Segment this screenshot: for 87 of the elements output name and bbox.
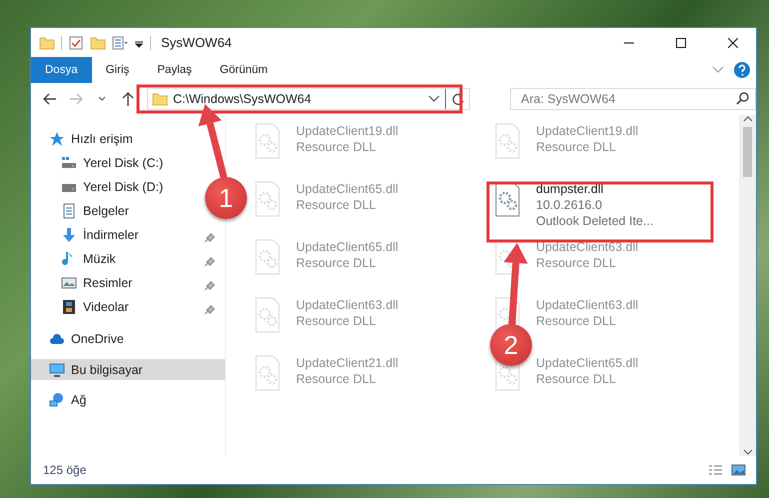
file-detail: Resource DLL: [536, 256, 617, 270]
folder-icon: [39, 34, 55, 50]
chevron-down-icon: [742, 448, 752, 456]
file-detail: Resource DLL: [536, 140, 617, 154]
sidebar-label: Videolar: [83, 300, 130, 314]
search-field[interactable]: Ara: SysWOW64: [510, 88, 756, 110]
ribbon-tab[interactable]: Paylaş: [143, 57, 206, 83]
file-detail: Resource DLL: [296, 314, 377, 328]
sidebar-label: Müzik: [83, 252, 117, 266]
folder-icon: [152, 91, 168, 107]
sidebar-item[interactable]: OneDrive: [31, 327, 132, 351]
file-name: UpdateClient19.dll: [296, 124, 398, 138]
star-icon: [49, 131, 65, 147]
sidebar-item[interactable]: Hızlı erişim: [31, 127, 141, 151]
file-gears-icon: [254, 297, 282, 333]
refresh-icon: [450, 92, 464, 106]
sidebar-label: Belgeler: [83, 204, 129, 218]
file-name: UpdateClient65.dll: [296, 240, 398, 254]
scroll-thumb[interactable]: [743, 127, 752, 177]
large-icons-view-icon: [731, 463, 746, 477]
sidebar-item[interactable]: Belgeler: [31, 199, 137, 223]
picture-icon: [61, 275, 77, 291]
sidebar-label: Hızlı erişim: [71, 132, 133, 146]
properties-icon: [112, 34, 128, 50]
chevron-down-icon: [98, 95, 106, 103]
monitor-icon: [49, 362, 65, 378]
file-name: dumpster.dll: [536, 182, 604, 196]
file-detail: 10.0.2616.0: [536, 198, 604, 212]
file-gears-icon: [254, 355, 282, 391]
file-name: UpdateClient63.dll: [536, 240, 638, 254]
sidebar-item[interactable]: İndirmeler: [31, 223, 225, 247]
file-gears-icon: [254, 239, 282, 275]
sidebar-item[interactable]: Videolar: [31, 295, 225, 319]
download-arrow-icon: [61, 227, 77, 243]
ribbon-tab[interactable]: Dosya: [31, 57, 92, 83]
details-view-icon: [708, 463, 723, 477]
film-icon: [61, 299, 77, 315]
window-title: SysWOW64: [161, 35, 233, 50]
network-icon: [49, 392, 65, 408]
file-detail: Resource DLL: [536, 314, 617, 328]
sidebar-label: Yerel Disk (D:): [83, 180, 164, 194]
address-field[interactable]: C:\Windows\SysWOW64: [147, 88, 470, 110]
arrow-left-icon: [42, 91, 58, 107]
file-name: UpdateClient21.dll: [296, 356, 398, 370]
checklist-icon: [68, 34, 84, 50]
ribbon-tab[interactable]: Giriş: [92, 57, 144, 83]
file-detail: Outlook Deleted Ite...: [536, 214, 654, 228]
file-gears-icon: [254, 123, 282, 159]
document-icon: [61, 203, 77, 219]
file-name: UpdateClient19.dll: [536, 124, 638, 138]
file-gears-icon: [254, 181, 282, 217]
arrow-right-icon: [68, 91, 84, 107]
file-gears-icon: [494, 123, 522, 159]
address-path: C:\Windows\SysWOW64: [173, 92, 312, 106]
help-icon: [734, 62, 750, 78]
sidebar-label: OneDrive: [71, 332, 124, 346]
file-detail: Resource DLL: [296, 140, 377, 154]
arrow-up-icon: [120, 91, 136, 107]
close-icon: [728, 38, 738, 48]
file-name: UpdateClient65.dll: [536, 356, 638, 370]
file-detail: Resource DLL: [536, 372, 617, 386]
file-name: UpdateClient63.dll: [536, 298, 638, 312]
sidebar-label: İndirmeler: [83, 228, 140, 242]
folder-icon: [90, 34, 106, 50]
file-detail: Resource DLL: [296, 198, 377, 212]
sidebar-label: Resimler: [83, 276, 134, 290]
sidebar-item[interactable]: Resimler: [31, 271, 225, 295]
file-detail: Resource DLL: [296, 372, 377, 386]
ribbon-tab[interactable]: Görünüm: [206, 57, 282, 83]
chevron-up-icon: [742, 115, 752, 123]
sidebar-label: Yerel Disk (C:): [83, 156, 164, 170]
sidebar-item[interactable]: Yerel Disk (D:): [31, 175, 172, 199]
search-icon: [736, 92, 749, 105]
cloud-icon: [49, 331, 65, 347]
file-name: UpdateClient63.dll: [296, 298, 398, 312]
file-detail: Resource DLL: [296, 256, 377, 270]
scrollbar[interactable]: [739, 115, 756, 456]
sidebar-item[interactable]: Ağ: [31, 388, 94, 412]
sidebar-item[interactable]: Müzik: [31, 247, 225, 271]
sidebar-item[interactable]: Bu bilgisayar: [31, 359, 225, 380]
sidebar-item[interactable]: Yerel Disk (C:): [31, 151, 172, 175]
file-name: UpdateClient65.dll: [296, 182, 398, 196]
sidebar-label: Ağ: [71, 393, 86, 407]
maximize-icon: [676, 38, 686, 48]
drive-icon: [61, 155, 77, 171]
sidebar-label: Bu bilgisayar: [71, 362, 144, 376]
item-count: 125 öğe: [43, 463, 88, 477]
